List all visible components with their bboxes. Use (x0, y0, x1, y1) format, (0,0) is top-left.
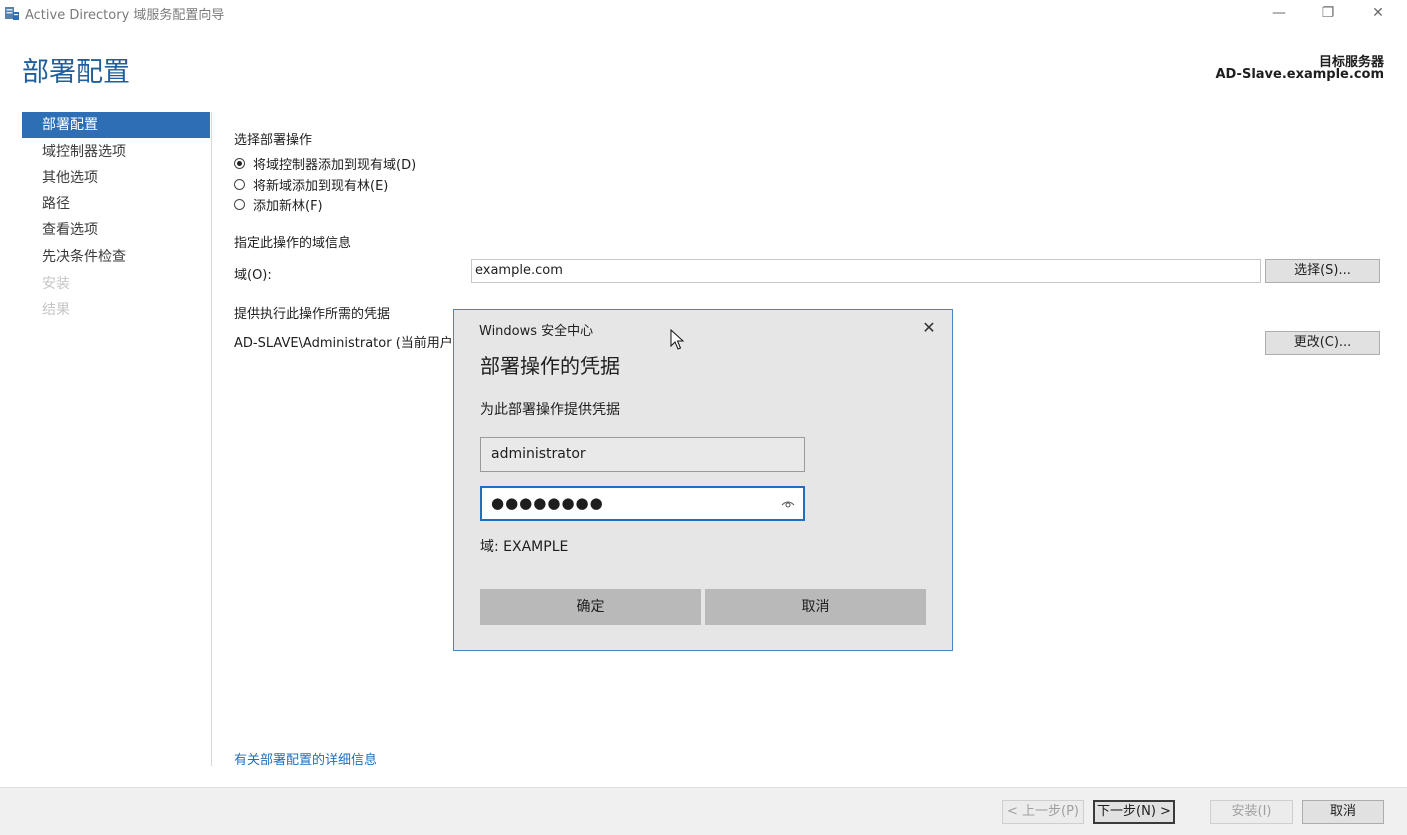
sidebar-item-additional-options[interactable]: 其他选项 (22, 165, 210, 191)
radio-add-new-forest[interactable]: 添加新林(F) (234, 194, 323, 214)
password-field[interactable]: ●●●●●●●● (480, 486, 805, 521)
more-info-link[interactable]: 有关部署配置的详细信息 (234, 749, 377, 768)
target-server-name: AD-Slave.example.com (1215, 67, 1384, 82)
sidebar-divider (211, 112, 212, 766)
domain-field-label: 域(O): (234, 268, 272, 283)
username-field[interactable]: administrator (480, 437, 805, 472)
radio-label: 将新域添加到现有林(E) (253, 178, 389, 194)
dialog-app-name: Windows 安全中心 (479, 324, 594, 339)
dialog-prompt: 为此部署操作提供凭据 (480, 402, 620, 418)
domain-info-label: 指定此操作的域信息 (234, 236, 352, 251)
radio-label: 将域控制器添加到现有域(D) (253, 157, 417, 173)
footer-bar (0, 787, 1407, 835)
page-title: 部署配置 (22, 57, 130, 88)
sidebar-item-paths[interactable]: 路径 (22, 191, 210, 217)
sidebar-item-review-options[interactable]: 查看选项 (22, 217, 210, 243)
mouse-cursor-icon (670, 329, 684, 350)
reveal-password-icon[interactable] (781, 497, 795, 511)
radio-unchecked-icon[interactable] (234, 178, 245, 190)
sidebar-item-prereq-check[interactable]: 先决条件检查 (22, 244, 210, 270)
dialog-domain-text: 域: EXAMPLE (480, 539, 569, 555)
password-mask: ●●●●●●●● (491, 494, 604, 512)
dialog-ok-button[interactable]: 确定 (480, 589, 701, 625)
radio-label: 添加新林(F) (253, 198, 323, 214)
sidebar-item-dc-options[interactable]: 域控制器选项 (22, 139, 210, 165)
radio-add-domain-existing-forest[interactable]: 将新域添加到现有林(E) (234, 174, 388, 194)
radio-checked-icon[interactable] (234, 157, 245, 169)
sidebar-item-install: 安装 (42, 276, 70, 292)
sidebar-item-results: 结果 (42, 302, 70, 318)
credentials-dialog: Windows 安全中心 ✕ 部署操作的凭据 为此部署操作提供凭据 admini… (453, 309, 953, 651)
dialog-cancel-button[interactable]: 取消 (705, 589, 926, 625)
dialog-title: 部署操作的凭据 (480, 354, 620, 378)
install-button[interactable]: 安装(I) (1210, 800, 1293, 824)
deploy-operation-label: 选择部署操作 (234, 133, 313, 148)
credentials-label: 提供执行此操作所需的凭据 (234, 307, 391, 322)
domain-input[interactable]: example.com (471, 259, 1261, 283)
cancel-button[interactable]: 取消 (1302, 800, 1384, 824)
close-button[interactable]: ✕ (1363, 2, 1393, 24)
next-button[interactable]: 下一步(N) > (1093, 800, 1175, 824)
radio-add-dc-existing-domain[interactable]: 将域控制器添加到现有域(D) (234, 153, 416, 173)
sidebar-item-deployment-config[interactable]: 部署配置 (22, 112, 210, 138)
window-title: Active Directory 域服务配置向导 (25, 8, 225, 23)
dialog-close-icon[interactable]: ✕ (919, 318, 939, 337)
current-credentials: AD-SLAVE\Administrator (当前用户 (234, 336, 453, 351)
restore-button[interactable]: ❐ (1313, 2, 1343, 24)
select-domain-button[interactable]: 选择(S)... (1265, 259, 1380, 283)
radio-unchecked-icon[interactable] (234, 198, 245, 210)
server-manager-icon (5, 7, 19, 20)
previous-button[interactable]: < 上一步(P) (1002, 800, 1084, 824)
change-credentials-button[interactable]: 更改(C)... (1265, 331, 1380, 355)
minimize-button[interactable]: — (1264, 2, 1294, 24)
